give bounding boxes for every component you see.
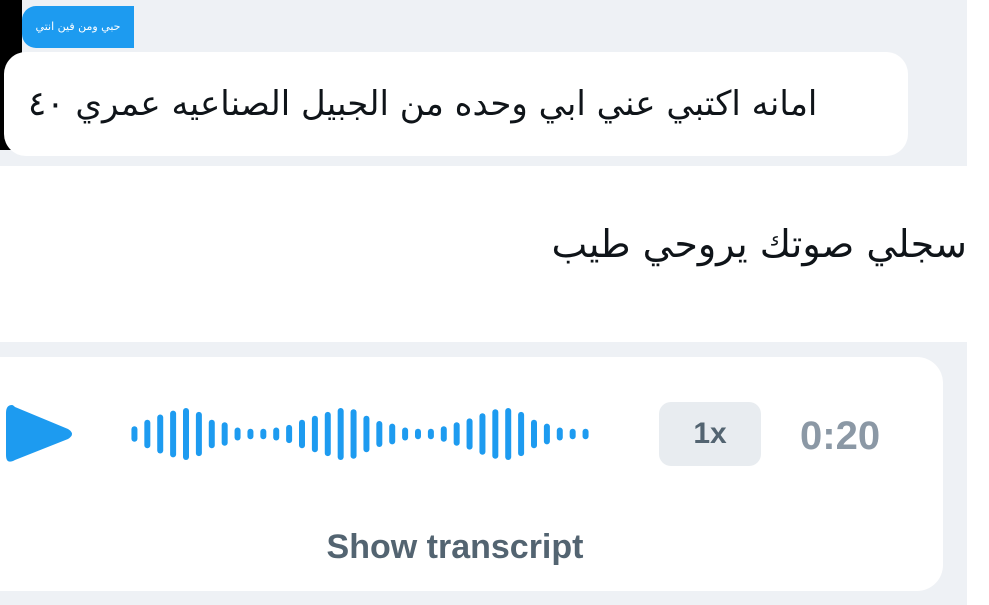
waveform-bar <box>556 427 563 441</box>
waveform-bar <box>582 428 589 440</box>
waveform-bar <box>183 408 189 460</box>
waveform-bar <box>195 411 202 457</box>
play-button[interactable] <box>2 397 76 471</box>
play-icon <box>6 405 72 462</box>
audio-waveform[interactable] <box>128 408 592 460</box>
waveform-bar <box>363 415 370 453</box>
playback-speed-button[interactable]: 1x <box>659 402 761 466</box>
waveform-bar <box>299 419 305 449</box>
chat-view: حبي ومن فين انتي امانه اكتبي عني ابي وحد… <box>0 0 989 605</box>
waveform-bar <box>440 426 447 442</box>
waveform-bar <box>157 414 164 454</box>
waveform-bar <box>389 423 396 445</box>
waveform-bar <box>337 408 344 460</box>
waveform-bar <box>208 419 215 449</box>
waveform-bar <box>234 427 241 441</box>
waveform-bar <box>260 428 267 440</box>
waveform-bar <box>170 410 177 458</box>
waveform-bar <box>492 409 499 459</box>
waveform-bar <box>415 428 421 440</box>
waveform-bar <box>311 415 318 453</box>
waveform-bar <box>453 422 460 446</box>
waveform-bar <box>466 418 473 450</box>
quoted-reply-bubble[interactable]: امانه اكتبي عني ابي وحده من الجبيل الصنا… <box>4 52 908 156</box>
show-transcript-button[interactable]: Show transcript <box>280 522 630 572</box>
waveform-bar <box>286 424 293 444</box>
waveform-bar <box>479 413 486 455</box>
waveform-bar <box>402 427 409 441</box>
waveform-bar <box>569 428 576 440</box>
waveform-bar <box>131 426 138 442</box>
waveform-bar <box>543 423 550 445</box>
waveform-bar <box>518 411 525 457</box>
waveform-bar <box>376 421 383 447</box>
quoted-reply-text: امانه اكتبي عني ابي وحده من الجبيل الصنا… <box>28 84 818 124</box>
waveform-bar <box>247 428 254 440</box>
message-text: سجلي صوتك يروحي طيب <box>551 222 967 266</box>
waveform-bar <box>324 411 331 457</box>
audio-duration: 0:20 <box>800 414 881 458</box>
waveform-bar <box>221 422 228 446</box>
waveform-bar <box>427 428 434 440</box>
waveform-bar <box>505 408 512 460</box>
waveform-bar <box>144 419 151 449</box>
waveform-bar <box>531 419 537 449</box>
quoted-message-chip[interactable]: حبي ومن فين انتي <box>22 6 134 48</box>
waveform-bar <box>273 427 280 441</box>
waveform-bar <box>350 409 357 459</box>
